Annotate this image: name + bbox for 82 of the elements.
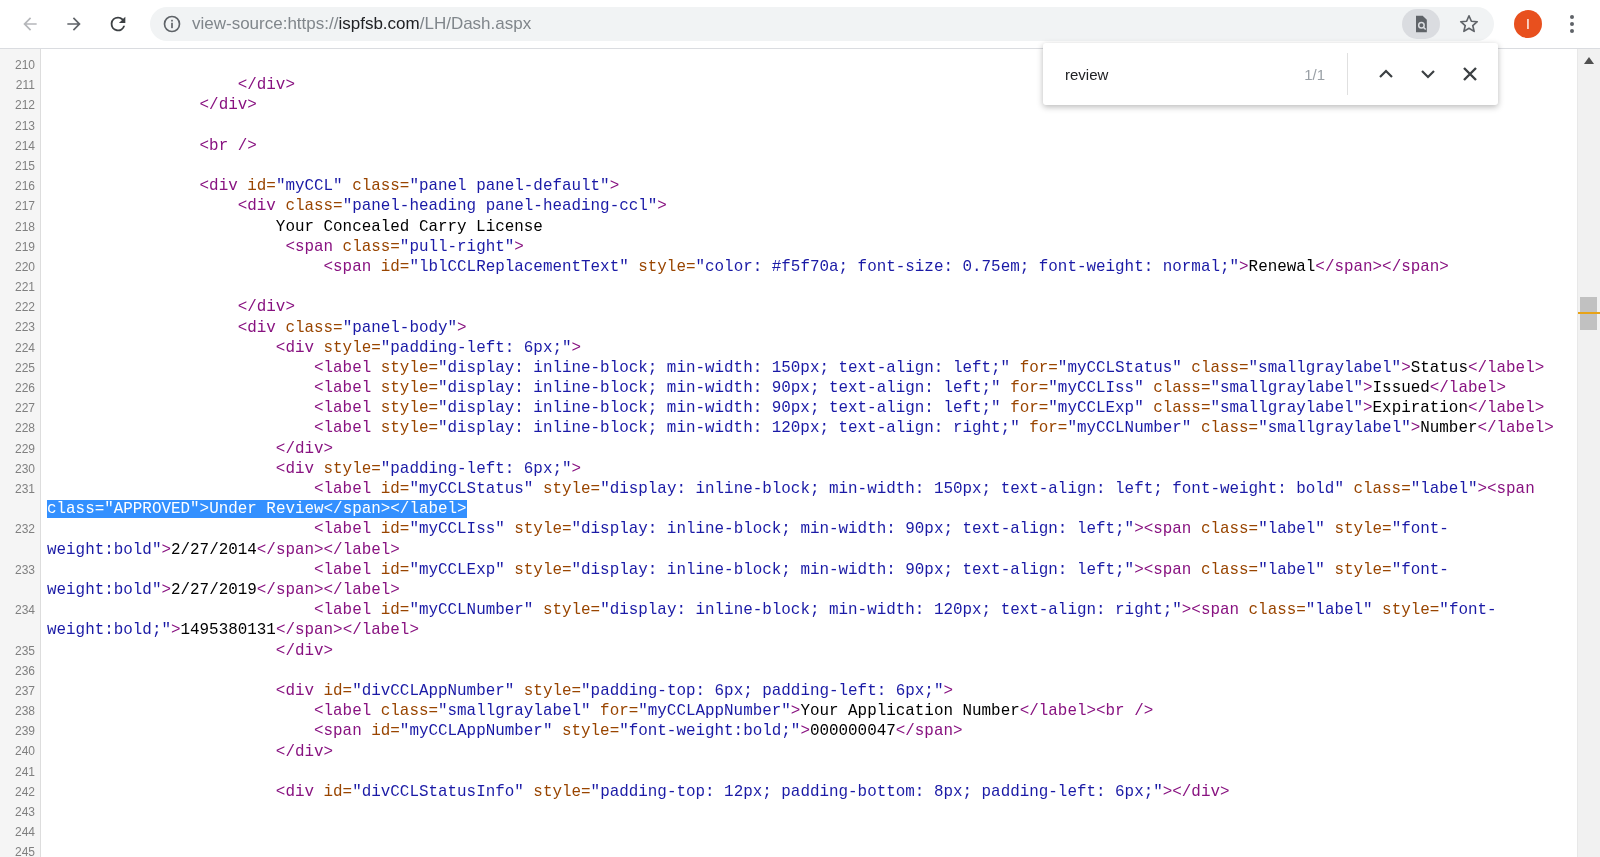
code-line: </div>	[198, 96, 257, 115]
line-number: 241	[13, 763, 35, 781]
code-line: </div>	[274, 439, 334, 458]
line-number: 211	[14, 77, 35, 95]
line-number: 220	[13, 258, 35, 276]
line-number: 214	[13, 137, 35, 155]
line-number: 218	[13, 218, 35, 236]
line-number: 222	[13, 299, 35, 317]
find-field[interactable]: review	[1063, 64, 1305, 84]
line-number: 227	[13, 400, 35, 418]
scrollbar-thumb[interactable]	[1580, 297, 1597, 330]
line-number: 244	[13, 824, 35, 842]
code-line: weight:bold;">1495380131</span></label>	[47, 621, 419, 640]
code-line: <label style="display: inline-block; min-width: 150px; text-align: left;" for="myCCLStatus" class="smallgraylabel">Status</label>	[313, 358, 1545, 377]
line-number: 225	[13, 359, 35, 377]
line-number: 217	[13, 198, 35, 216]
code-line: weight:bold">2/27/2014</span></label>	[47, 540, 400, 559]
line-number: 234	[13, 602, 35, 620]
url-text: view-source:https://ispfsb.com/LH/Dash.aspx	[192, 14, 533, 34]
code-line: <div class="panel-body">	[236, 318, 467, 337]
close-icon	[1462, 66, 1478, 82]
line-number: 233	[13, 561, 35, 579]
line-number: 219	[13, 238, 35, 256]
code-line: </div>	[274, 641, 334, 660]
line-number: 229	[13, 440, 35, 458]
code-line: <span id="myCCLAppNumber" style="font-weight:bold;">000000047</span>	[313, 722, 963, 741]
code-line: <span class="pull-right">	[284, 237, 524, 256]
code-line: <div id="myCCL" class="panel panel-default">	[198, 177, 620, 196]
code-line: <div style="padding-left: 6px;">	[274, 338, 582, 357]
code-line: <div style="padding-left: 6px;">	[274, 459, 582, 478]
address-bar[interactable]: view-source:https://ispfsb.com/LH/Dash.aspx	[150, 7, 1494, 41]
code-line: <div id="divCCLStatusInfo" style="padding-top: 12px; padding-bottom: 8px; padding-left: 6px;"></div>	[274, 782, 1230, 801]
scrollbar[interactable]	[1577, 49, 1600, 857]
line-number: 239	[13, 723, 35, 741]
info-icon[interactable]	[162, 14, 182, 34]
line-number: 223	[13, 319, 35, 337]
line-number: 245	[13, 844, 35, 857]
line-number: 235	[13, 642, 35, 660]
line-number: 236	[13, 662, 35, 680]
code-line: weight:bold">2/27/2019</span></label>	[47, 581, 400, 599]
code-line: </div>	[274, 742, 334, 761]
line-number: 243	[13, 804, 35, 821]
line-number: 228	[13, 420, 35, 438]
code-line: Your Concealed Carry License	[274, 217, 543, 236]
line-number: 210	[13, 57, 35, 74]
code-line: <label style="display: inline-block; min-width: 90px; text-align: left;" for="myCCLIss" class="smallgraylabel">Issued</label>	[313, 379, 1507, 398]
chevron-down-icon	[1420, 69, 1436, 79]
code-line: <div class="panel-heading panel-heading-ccl">	[236, 197, 667, 216]
line-number: 242	[13, 783, 35, 801]
code-line: <label id="myCCLIss" style="display: inline-block; min-width: 90px; text-align: left;"><span class="label" style="font-	[313, 520, 1449, 539]
line-number: 212	[13, 97, 35, 115]
code-line: <label id="myCCLExp" style="display: inline-block; min-width: 90px; text-align: left;"><span class="label" style="font-	[313, 560, 1449, 579]
star-icon	[1458, 13, 1480, 35]
menu-icon	[1569, 14, 1575, 34]
code-line: <div id="divCCLAppNumber" style="padding-top: 6px; padding-left: 6px;">	[274, 681, 953, 700]
code-line: <label id="myCCLNumber" style="display: inline-block; min-width: 120px; text-align: right;"><span class="label" style="font-	[313, 601, 1497, 620]
line-number: 230	[13, 460, 35, 478]
line-number: 240	[13, 743, 35, 761]
line-number: 215	[13, 157, 35, 175]
line-number: 231	[13, 480, 35, 498]
line-number: 216	[13, 178, 35, 196]
match-count: 1/1	[1304, 65, 1325, 83]
code-line: <label class="smallgraylabel" for="myCCLAppNumber">Your Application Number</label><br />	[313, 702, 1154, 721]
line-number: 232	[13, 521, 35, 539]
code-line: </div>	[236, 298, 295, 317]
code-line: <label style="display: inline-block; min-width: 90px; text-align: left;" for="myCCLExp" class="smallgraylabel">Expiration</label>	[313, 399, 1545, 418]
code-line: </div>	[236, 76, 295, 95]
line-number: 237	[13, 682, 35, 700]
find-in-page-button[interactable]	[1402, 9, 1440, 39]
code-line: <label id="myCCLStatus" style="display: inline-block; min-width: 150px; text-align: left; font-weight: bold" class="label"><span	[313, 480, 1535, 499]
line-number: 221	[13, 279, 35, 297]
profile-avatar[interactable]: I	[1514, 10, 1542, 38]
code-line: <br />	[198, 136, 257, 155]
line-number: 226	[13, 380, 35, 397]
line-number: 213	[13, 117, 35, 135]
code-line: <span id="lblCCLReplacementText" style="color: #f5f70a; font-size: 0.75em; font-weight: normal;">Renewal</span></span>	[322, 257, 1449, 276]
line-number: 238	[13, 703, 35, 721]
scroll-up-arrow-icon[interactable]	[1584, 57, 1594, 64]
chevron-up-icon	[1378, 69, 1394, 79]
line-number: 224	[13, 339, 35, 357]
code-line: <label style="display: inline-block; min-width: 120px; text-align: right;" for="myCCLNumber" class="smallgraylabel">Number</label>	[313, 419, 1554, 438]
search-match-marker	[1578, 312, 1600, 314]
